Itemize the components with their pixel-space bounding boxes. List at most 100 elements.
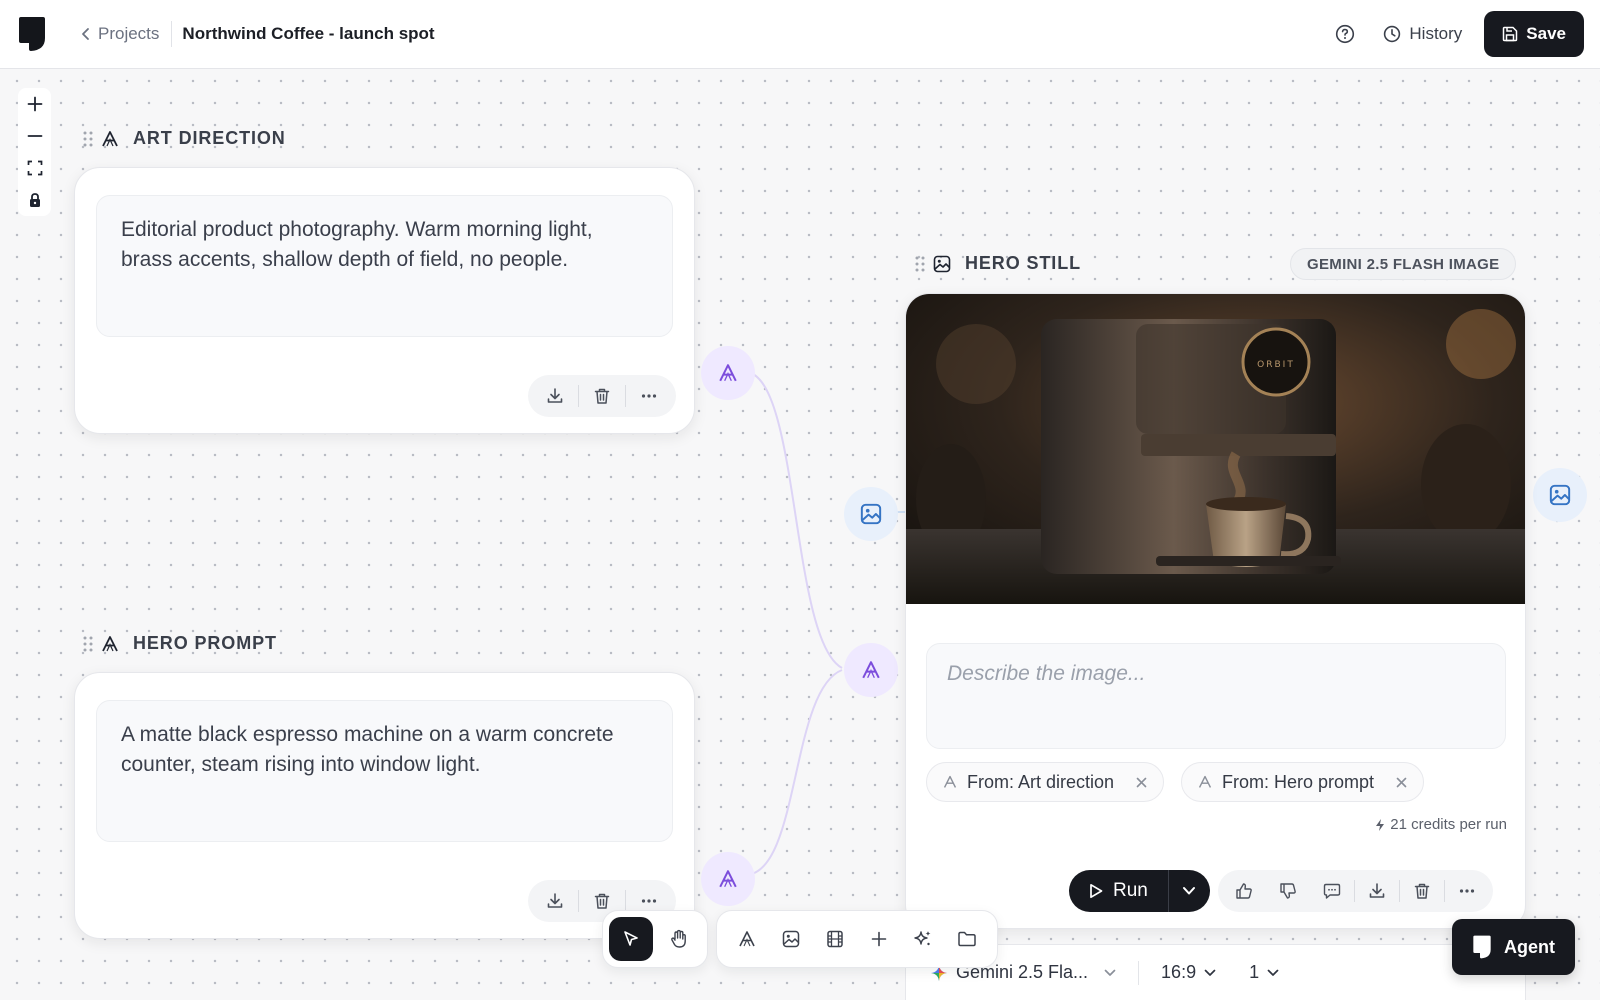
input-chip-hero-prompt[interactable]: From: Hero prompt [1181,762,1425,802]
lightning-icon [1374,818,1386,832]
image-port-icon [1549,484,1571,506]
drag-handle-icon[interactable] [83,636,93,652]
thumbs-down-icon [1279,882,1297,900]
aspect-ratio-select[interactable]: 16:9 [1161,962,1216,983]
add-node-button[interactable] [857,917,901,961]
credits-label: 21 credits per run [1390,816,1507,833]
more-options-button[interactable] [626,375,672,417]
back-to-projects-link[interactable]: Projects [80,24,159,44]
select-tool-button[interactable] [609,917,653,961]
save-label: Save [1526,24,1566,43]
model-badge: GEMINI 2.5 FLASH IMAGE [1290,248,1517,280]
art-direction-text[interactable]: Editorial product photography. Warm morn… [96,195,673,337]
text-source-icon [943,775,957,789]
canvas-mode-toolbar [602,910,708,968]
thumbs-down-button[interactable] [1266,870,1310,912]
image-icon [782,930,800,948]
download-button[interactable] [1355,870,1399,912]
top-bar: Projects Northwind Coffee - launch spot … [0,0,1600,69]
film-icon [826,930,844,948]
agent-logo-icon [1472,935,1492,959]
download-icon [546,892,564,910]
zoom-out-button[interactable] [18,120,51,152]
text-source-icon [1198,775,1212,789]
agent-button[interactable]: Agent [1452,919,1575,975]
output-count-value: 1 [1249,962,1260,982]
hero-prompt-output-port[interactable] [701,852,755,906]
delete-button[interactable] [579,375,625,417]
comment-icon [1323,882,1341,900]
hero-still-card: ORBIT Describe the image... From: Art di… [905,293,1526,929]
drag-handle-icon[interactable] [915,256,925,272]
comment-button[interactable] [1310,870,1354,912]
output-count-select[interactable]: 1 [1249,962,1279,983]
folder-icon [957,930,977,948]
hero-still-input-port[interactable] [844,487,898,541]
download-button[interactable] [532,880,578,922]
pan-tool-button[interactable] [657,917,701,961]
run-options-button[interactable] [1167,870,1210,912]
question-circle-icon [1335,24,1355,44]
trash-icon [1413,882,1431,900]
trash-icon [593,387,611,405]
text-port-icon [861,660,881,680]
project-title[interactable]: Northwind Coffee - launch spot [182,24,434,44]
download-button[interactable] [532,375,578,417]
plus-icon [27,96,43,112]
minus-icon [27,128,43,144]
delete-button[interactable] [1400,870,1444,912]
thumbs-up-button[interactable] [1222,870,1266,912]
app-logo[interactable] [18,16,46,52]
hero-still-title: HERO STILL [965,253,1081,273]
remove-chip-icon[interactable] [1396,777,1407,788]
settings-spacer [1232,961,1233,985]
back-label: Projects [98,24,160,43]
lock-canvas-button[interactable] [18,184,51,216]
sparkles-icon [913,929,933,949]
add-text-node-button[interactable] [725,917,769,961]
generated-image[interactable]: ORBIT [906,294,1526,604]
text-icon [738,930,756,948]
download-icon [546,387,564,405]
hero-still-text-input-port[interactable] [844,643,898,697]
help-button[interactable] [1327,16,1363,52]
play-icon [1089,883,1103,899]
floppy-disk-icon [1502,26,1518,42]
ai-assist-button[interactable] [901,917,945,961]
more-options-button[interactable] [1445,870,1489,912]
more-horizontal-icon [640,892,658,910]
add-node-toolbar [716,910,998,968]
run-button-group: Run [1069,870,1210,912]
drag-handle-icon[interactable] [83,131,93,147]
add-image-node-button[interactable] [769,917,813,961]
image-prompt-input[interactable]: Describe the image... [926,643,1506,749]
download-icon [1368,882,1386,900]
canvas-zoom-controls [18,88,51,216]
remove-chip-icon[interactable] [1136,777,1147,788]
hero-prompt-text[interactable]: A matte black espresso machine on a warm… [96,700,673,842]
zoom-in-button[interactable] [18,88,51,120]
clock-icon [1383,25,1401,43]
add-video-node-button[interactable] [813,917,857,961]
art-direction-output-port[interactable] [701,346,755,400]
lock-icon [28,192,42,208]
machine-brand-mark: ORBIT [1257,360,1295,370]
chip-label: From: Hero prompt [1222,771,1375,792]
input-chip-art-direction[interactable]: From: Art direction [926,762,1165,802]
history-button[interactable]: History [1383,24,1462,44]
fit-view-button[interactable] [18,152,51,184]
chevron-down-icon [1204,969,1216,977]
hero-still-node-header[interactable]: HERO STILL [915,253,1081,274]
save-button[interactable]: Save [1484,11,1584,57]
art-direction-node-header[interactable]: ART DIRECTION [83,128,286,149]
run-button[interactable]: Run [1069,870,1168,912]
text-node-icon [101,635,119,653]
text-port-icon [718,869,738,889]
open-assets-button[interactable] [945,917,989,961]
hero-prompt-node-header[interactable]: HERO PROMPT [83,633,277,654]
header-actions: History Save [1327,11,1584,57]
hero-still-output-port[interactable] [1533,468,1587,522]
text-port-icon [718,363,738,383]
chevron-down-icon [1182,886,1196,896]
art-direction-title: ART DIRECTION [133,128,286,148]
